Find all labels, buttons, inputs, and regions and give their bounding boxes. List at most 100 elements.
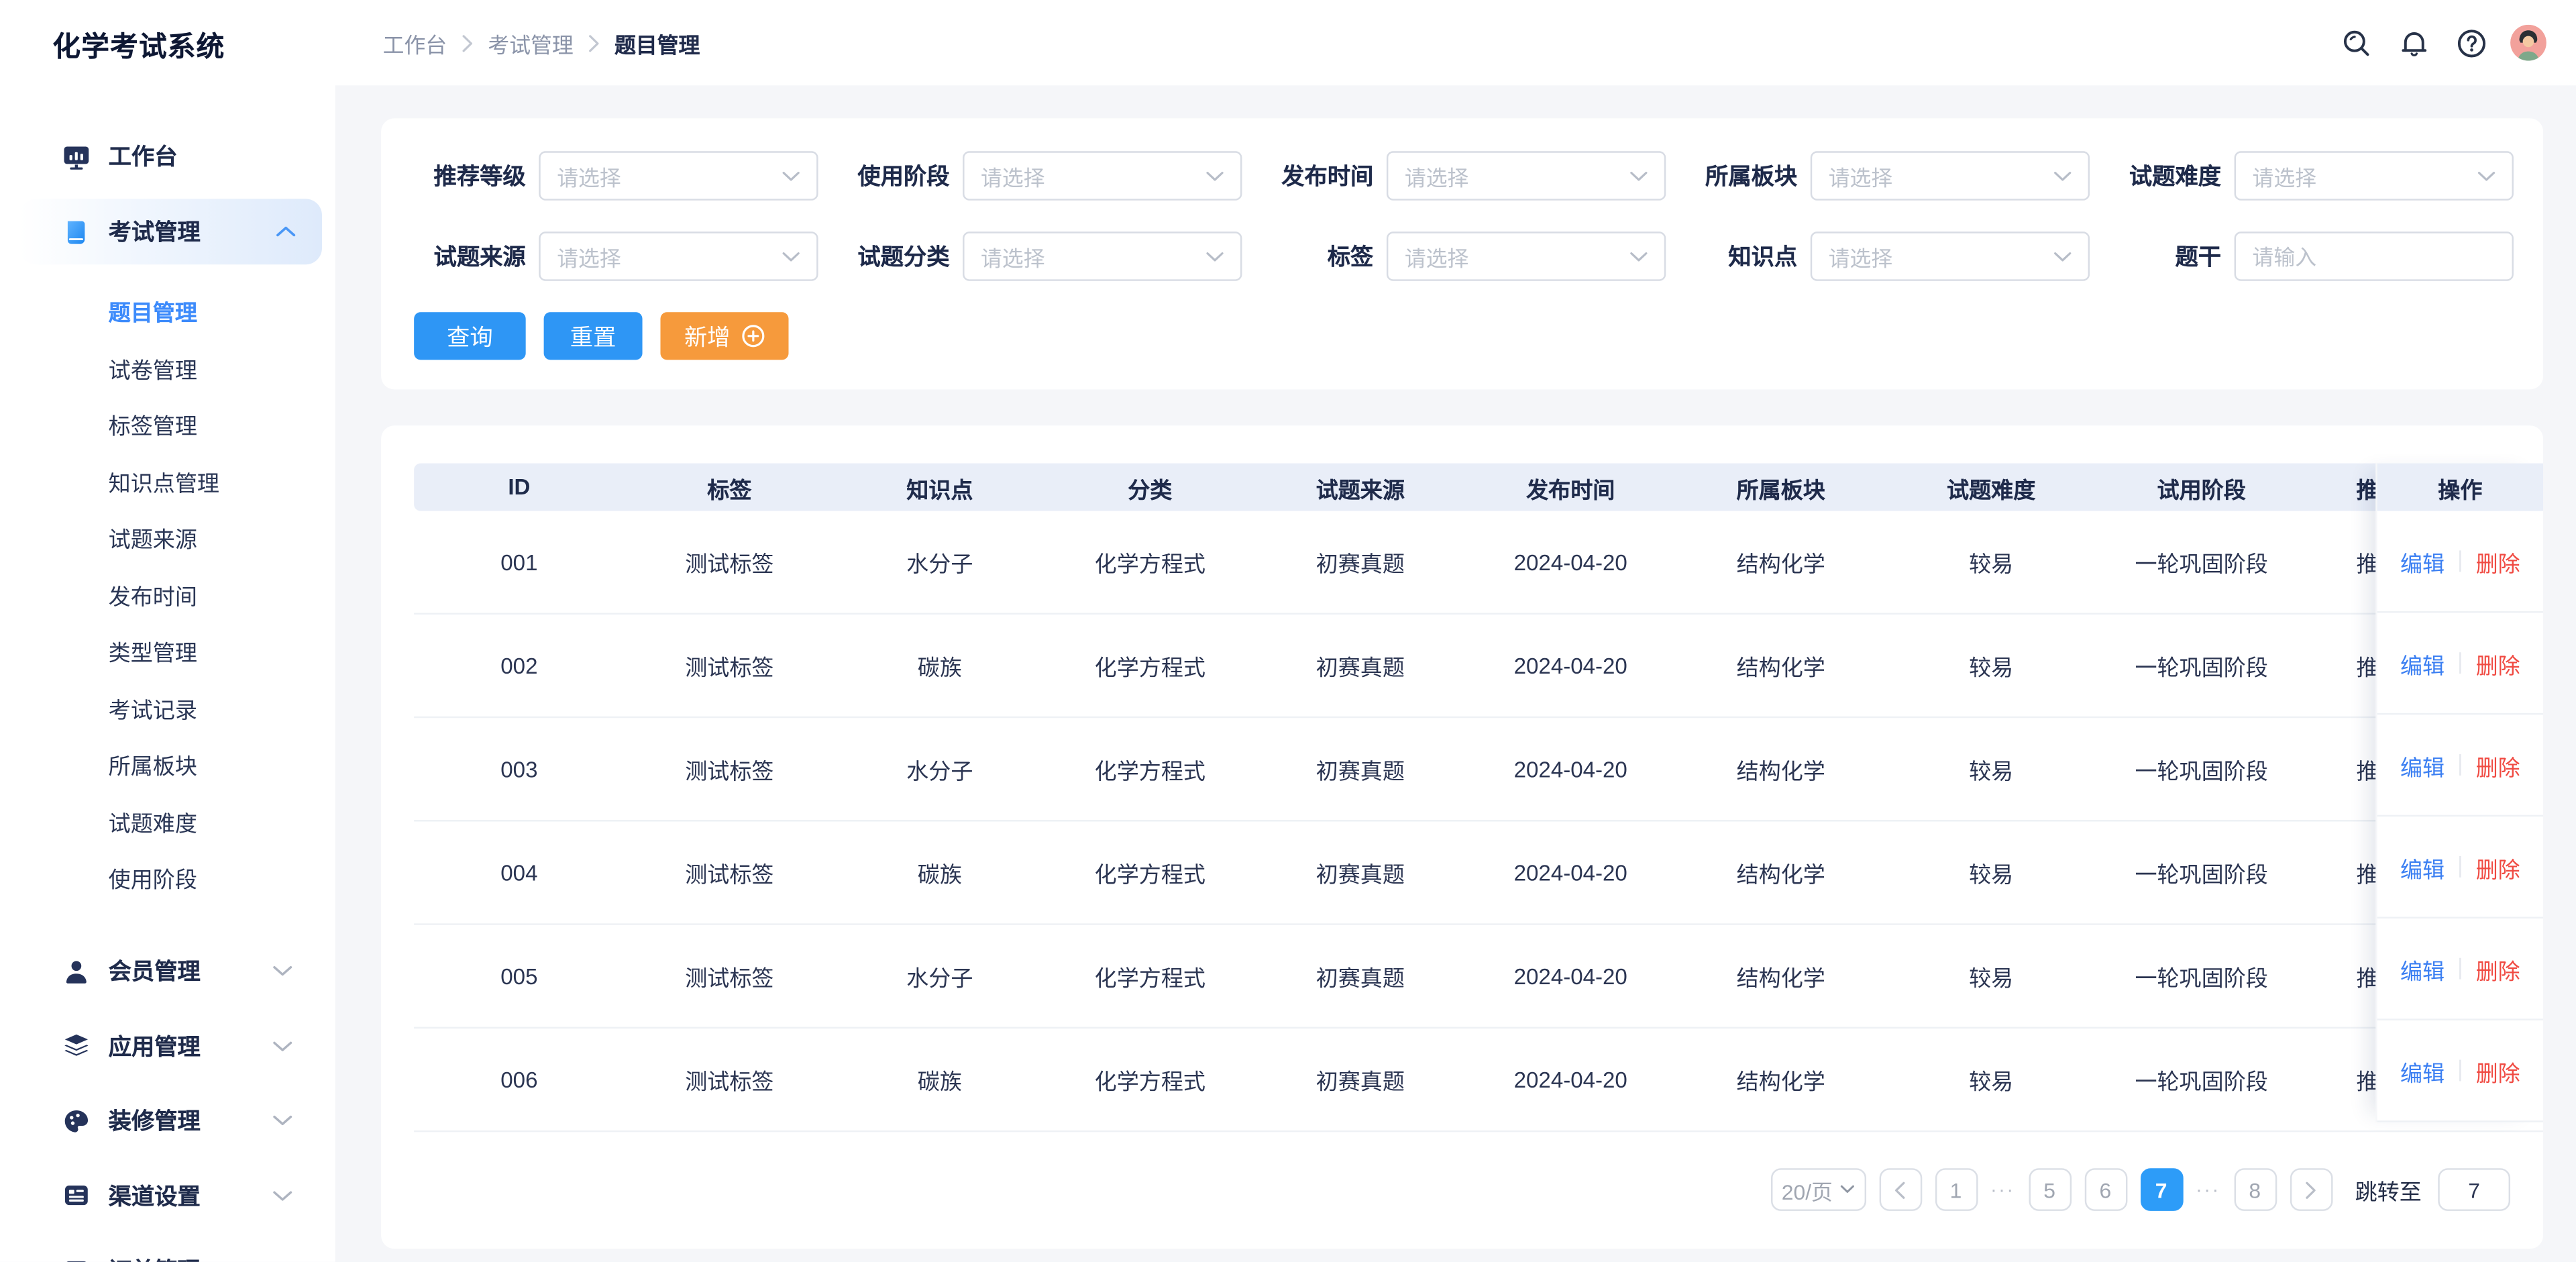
cell-id: 004: [500, 860, 538, 885]
delete-link[interactable]: 删除: [2476, 1054, 2520, 1087]
delete-link[interactable]: 删除: [2476, 647, 2520, 680]
cell-stage: 一轮巩固阶段: [2135, 862, 2268, 888]
filter-field-question-stem: 题干: [2109, 231, 2514, 281]
cell-publish-date: 2024-04-20: [1513, 653, 1627, 678]
user-icon: [62, 957, 91, 986]
sidebar-item-exam-records[interactable]: 考试记录: [0, 680, 335, 736]
page-button-8[interactable]: 8: [2233, 1168, 2277, 1211]
question-category-select[interactable]: 请选择: [963, 231, 1242, 281]
delete-link[interactable]: 删除: [2476, 545, 2520, 578]
edit-link[interactable]: 编辑: [2400, 952, 2445, 985]
sidebar-item-publish-time[interactable]: 发布时间: [0, 566, 335, 623]
table-row: 001 测试标签 水分子 化学方程式 初赛真题 2024-04-20 结构化学 …: [414, 511, 2544, 615]
chevron-down-icon: [2054, 251, 2072, 261]
sidebar-item-decoration-management[interactable]: 装修管理: [0, 1084, 335, 1158]
chevron-right-icon: [2306, 1181, 2316, 1198]
next-page-button[interactable]: [2289, 1168, 2332, 1211]
sidebar-item-app-management[interactable]: 应用管理: [0, 1009, 335, 1084]
search-icon[interactable]: [2338, 25, 2374, 61]
cell-section: 结构化学: [1736, 1069, 1825, 1095]
question-stem-input[interactable]: [2234, 231, 2514, 281]
delete-link[interactable]: 删除: [2476, 749, 2520, 782]
edit-link[interactable]: 编辑: [2400, 545, 2445, 578]
col-header-category: 分类: [1128, 477, 1173, 503]
app-title: 化学考试系统: [52, 31, 225, 63]
tag-select[interactable]: 请选择: [1386, 231, 1666, 281]
sidebar-item-question-source[interactable]: 试题来源: [0, 509, 335, 566]
table-row: 005 测试标签 水分子 化学方程式 初赛真题 2024-04-20 结构化学 …: [414, 925, 2544, 1029]
edit-link[interactable]: 编辑: [2400, 749, 2445, 782]
sidebar-item-question-management[interactable]: 题目管理: [0, 282, 335, 339]
cell-category: 化学方程式: [1094, 1069, 1205, 1095]
sidebar-item-knowledge-management[interactable]: 知识点管理: [0, 453, 335, 509]
edit-link[interactable]: 编辑: [2400, 850, 2445, 883]
sidebar-item-channel-settings[interactable]: 渠道设置: [0, 1159, 335, 1233]
col-header-knowledge-point: 知识点: [906, 477, 973, 503]
chevron-down-icon: [1206, 251, 1224, 261]
cell-stage: 一轮巩固阶段: [2135, 966, 2268, 991]
page-size-select[interactable]: 20/页: [1770, 1168, 1866, 1211]
cell-source: 初赛真题: [1316, 655, 1405, 680]
cell-publish-date: 2024-04-20: [1513, 756, 1627, 782]
delete-link[interactable]: 删除: [2476, 850, 2520, 883]
chevron-down-icon: [273, 1190, 292, 1202]
action-divider: [2459, 550, 2461, 572]
cell-knowledge-point: 碳族: [917, 655, 962, 680]
cell-publish-date: 2024-04-20: [1513, 963, 1627, 989]
sidebar-item-type-management[interactable]: 类型管理: [0, 623, 335, 679]
edit-link[interactable]: 编辑: [2400, 647, 2445, 680]
sidebar-item-workbench[interactable]: 工作台: [0, 123, 335, 189]
question-source-select[interactable]: 请选择: [539, 231, 818, 281]
col-header-difficulty: 试题难度: [1947, 477, 2036, 503]
prev-page-button[interactable]: [1878, 1168, 1922, 1211]
delete-link[interactable]: 删除: [2476, 952, 2520, 985]
chevron-down-icon: [273, 965, 292, 977]
sidebar-item-order-management[interactable]: 订单管理: [0, 1233, 335, 1262]
sidebar-item-tag-management[interactable]: 标签管理: [0, 396, 335, 452]
filter-field-knowledge-point: 知识点 请选择: [1686, 231, 2090, 281]
cell-publish-date: 2024-04-20: [1513, 1067, 1627, 1092]
exam-submenu: 题目管理 试卷管理 标签管理 知识点管理 试题来源 发布时间 类型管理 考试记录…: [0, 282, 335, 906]
sidebar-item-member-management[interactable]: 会员管理: [0, 934, 335, 1008]
difficulty-select[interactable]: 请选择: [2234, 151, 2514, 201]
sidebar-item-exam-management[interactable]: 考试管理: [19, 199, 323, 265]
row-actions: 编辑 删除: [2377, 511, 2544, 613]
chevron-down-icon: [273, 1041, 292, 1052]
filter-field-difficulty: 试题难度 请选择: [2109, 151, 2514, 201]
query-button[interactable]: 查询: [414, 312, 526, 360]
edit-link[interactable]: 编辑: [2400, 1054, 2445, 1087]
action-divider: [2459, 1059, 2461, 1082]
recommend-level-select[interactable]: 请选择: [539, 151, 818, 201]
main-area: 工作台 考试管理 题目管理 推荐等级 请选择 使用阶段 请选择 发布时间 请选择…: [335, 0, 2576, 1262]
plus-circle-icon: [741, 325, 764, 348]
cell-knowledge-point: 碳族: [917, 862, 962, 888]
page-button-6[interactable]: 6: [2084, 1168, 2127, 1211]
usage-stage-select[interactable]: 请选择: [963, 151, 1242, 201]
cell-stage: 一轮巩固阶段: [2135, 551, 2268, 577]
sidebar-groups: 会员管理 应用管理 装修管理 渠道设置: [0, 934, 335, 1262]
sidebar-item-difficulty[interactable]: 试题难度: [0, 793, 335, 849]
page-button-5[interactable]: 5: [2028, 1168, 2071, 1211]
section-select[interactable]: 请选择: [1810, 151, 2090, 201]
jump-page-input[interactable]: [2438, 1168, 2511, 1211]
sidebar: 化学考试系统 工作台 考试管理 题目管理 试卷管理 标签管理 知识点管理 试题来…: [0, 0, 335, 1262]
add-button[interactable]: 新增: [660, 312, 789, 360]
sidebar-item-usage-stage[interactable]: 使用阶段: [0, 849, 335, 906]
page-button-7-active[interactable]: 7: [2139, 1168, 2183, 1211]
sidebar-item-paper-management[interactable]: 试卷管理: [0, 339, 335, 396]
cell-stage: 一轮巩固阶段: [2135, 759, 2268, 784]
page-button-1[interactable]: 1: [1934, 1168, 1978, 1211]
knowledge-point-select[interactable]: 请选择: [1810, 231, 2090, 281]
bell-icon[interactable]: [2396, 25, 2432, 61]
sidebar-item-label: 装修管理: [108, 1108, 201, 1135]
sidebar-item-section[interactable]: 所属板块: [0, 736, 335, 792]
cell-stage: 一轮巩固阶段: [2135, 1069, 2268, 1095]
publish-time-select[interactable]: 请选择: [1386, 151, 1666, 201]
sidebar-item-label: 会员管理: [108, 958, 201, 985]
breadcrumb-exam-management[interactable]: 考试管理: [488, 27, 573, 58]
user-avatar[interactable]: [2510, 24, 2546, 61]
reset-button[interactable]: 重置: [543, 312, 643, 360]
cell-tag: 测试标签: [685, 1069, 774, 1095]
breadcrumb-workbench[interactable]: 工作台: [383, 27, 447, 58]
help-icon[interactable]: [2453, 25, 2489, 61]
